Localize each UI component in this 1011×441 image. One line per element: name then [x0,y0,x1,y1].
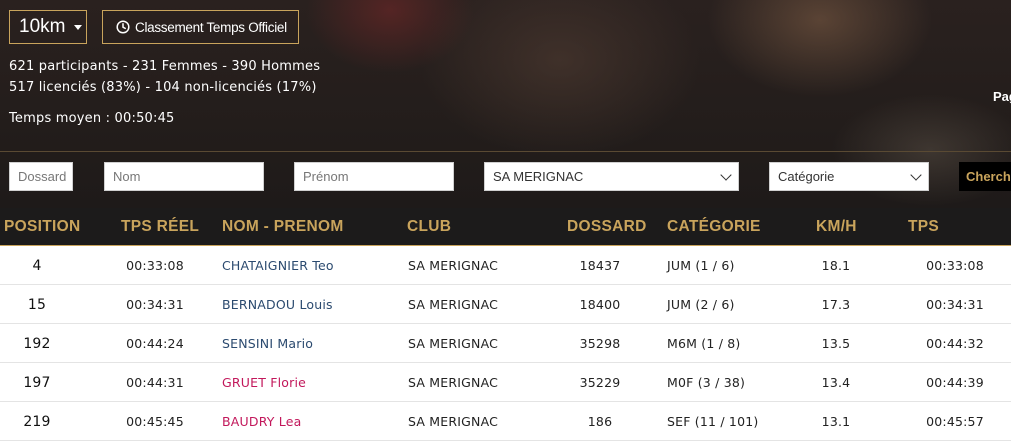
chevron-down-icon [910,168,922,181]
cell-position: 197 [23,375,51,391]
distance-label: 10km [19,16,66,37]
divider [0,151,1011,152]
cell-categorie: M6M (1 / 8) [667,336,741,351]
club-select-value: SA MERIGNAC [493,169,584,184]
table-row: 192 00:44:24 SENSINI Mario SA MERIGNAC 35298… [0,325,1011,363]
cell-categorie: SEF (11 / 101) [667,414,759,429]
cell-nom-prenom[interactable]: CHATAIGNIER Teo [222,247,402,285]
cell-tps-reel: 00:33:08 [126,258,184,273]
cell-club: SA MERIGNAC [408,258,499,273]
classement-label: Classement Temps Officiel [135,19,287,35]
cell-tps-officiel: 00:34:31 [926,297,984,312]
cell-nom-prenom[interactable]: GRUET Florie [222,364,402,402]
cell-position: 192 [23,336,51,352]
table-header: POSITION TPS RÉEL NOM - PRENOM CLUB DOSS… [0,208,1011,272]
cell-dossard: 35229 [579,375,621,390]
header-nom-prenom[interactable]: NOM - PRENOM [222,208,344,245]
dossard-input[interactable]: Dossard [9,162,73,191]
cell-tps-reel: 00:44:24 [126,336,184,351]
distance-dropdown-button[interactable]: 10km [9,10,87,44]
cell-tps-officiel: 00:44:32 [926,336,984,351]
cell-tps-officiel: 00:33:08 [926,258,984,273]
cell-tps-officiel: 00:44:39 [926,375,984,390]
clock-icon [116,20,130,34]
cell-dossard: 18400 [579,297,621,312]
classement-button[interactable]: Classement Temps Officiel [102,10,299,44]
cell-tps-officiel: 00:45:57 [926,414,984,429]
cell-club: SA MERIGNAC [408,336,499,351]
cell-position: 219 [23,414,51,430]
cell-nom-prenom[interactable]: SENSINI Mario [222,325,402,363]
table-row: 197 00:44:31 GRUET Florie SA MERIGNAC 35229 M… [0,364,1011,402]
nom-input[interactable]: Nom [104,162,264,191]
cell-kmh: 18.1 [821,258,851,273]
temps-moyen: Temps moyen : 00:50:45 [9,111,175,126]
pagination-label: Pag [993,89,1011,104]
chevron-down-icon [720,168,732,181]
table-row: 15 00:34:31 BERNADOU Louis SA MERIGNAC 18400… [0,286,1011,324]
cell-tps-reel: 00:45:45 [126,414,184,429]
caret-down-icon [74,24,83,30]
prenom-input[interactable]: Prénom [294,162,454,191]
header-categorie[interactable]: CATÉGORIE [667,208,761,245]
participants-stats: 621 participants - 231 Femmes - 390 Homm… [9,59,321,74]
cell-position: 4 [32,258,42,274]
cell-tps-reel: 00:34:31 [126,297,184,312]
header-kmh[interactable]: KM/H [816,208,857,245]
header-tps-officiel[interactable]: TPS OFFICIEL [908,208,1011,272]
cell-categorie: JUM (2 / 6) [667,297,735,312]
header-club[interactable]: CLUB [407,208,451,245]
cell-dossard: 35298 [579,336,621,351]
categorie-select-value: Catégorie [778,169,835,184]
cell-nom-prenom[interactable]: BERNADOU Louis [222,286,402,324]
cell-categorie: JUM (1 / 6) [667,258,735,273]
cell-kmh: 13.5 [821,336,851,351]
table-row: 219 00:45:45 BAUDRY Lea SA MERIGNAC 186 SEF (… [0,403,1011,441]
cell-categorie: M0F (3 / 38) [667,375,746,390]
search-button[interactable]: Cherche [959,162,1011,191]
table-row: 4 00:33:08 CHATAIGNIER Teo SA MERIGNAC 18437… [0,247,1011,285]
licencies-stats: 517 licenciés (83%) - 104 non-licenciés … [9,80,317,95]
cell-kmh: 17.3 [821,297,851,312]
cell-nom-prenom[interactable]: BAUDRY Lea [222,403,402,441]
header-position[interactable]: POSITION [4,208,80,245]
cell-tps-reel: 00:44:31 [126,375,184,390]
cell-club: SA MERIGNAC [408,297,499,312]
cell-club: SA MERIGNAC [408,375,499,390]
cell-kmh: 13.1 [821,414,851,429]
header-tps-reel[interactable]: TPS RÉEL [121,208,199,245]
cell-position: 15 [27,297,47,313]
cell-dossard: 18437 [579,258,621,273]
cell-dossard: 186 [587,414,613,429]
cell-club: SA MERIGNAC [408,414,499,429]
cell-kmh: 13.4 [821,375,851,390]
categorie-select[interactable]: Catégorie [769,162,929,191]
club-select[interactable]: SA MERIGNAC [484,162,739,191]
header-dossard[interactable]: DOSSARD [567,208,647,245]
